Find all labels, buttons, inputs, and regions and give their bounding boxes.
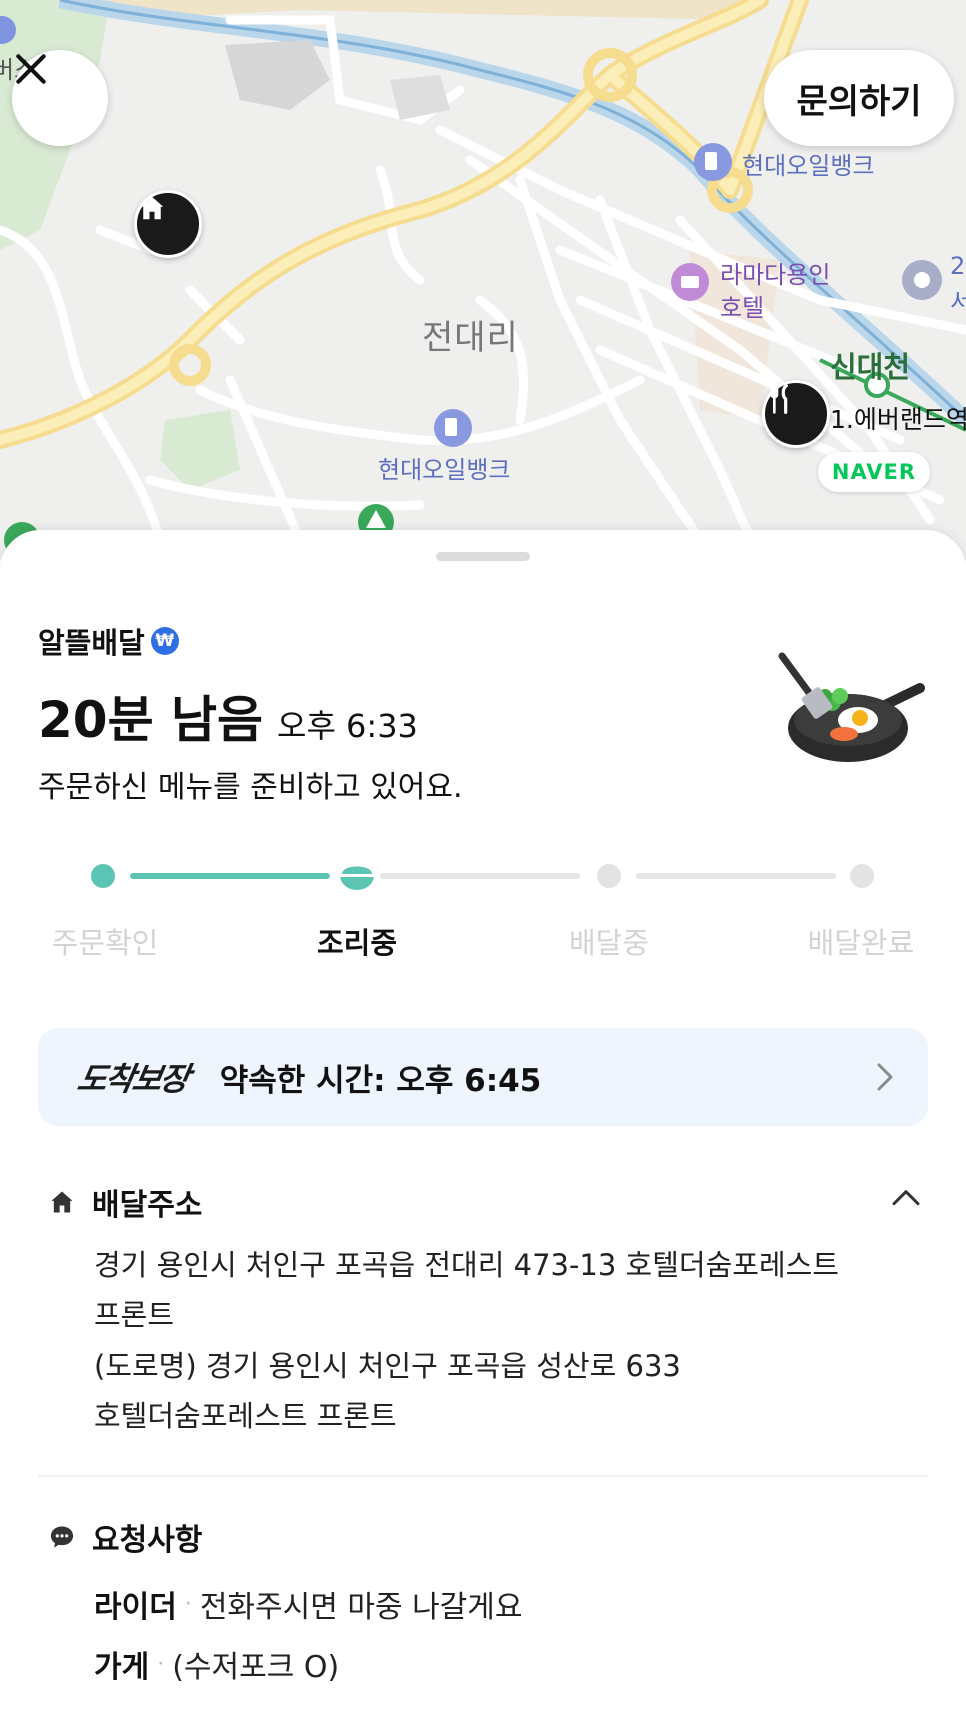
progress-dot-4 [850, 864, 874, 888]
chevron-right-icon [877, 1063, 893, 1091]
step-label-delivering: 배달중 [568, 926, 650, 960]
home-icon [140, 196, 164, 220]
progress-track-pending-2 [636, 873, 836, 879]
progress-track-pending-1 [380, 873, 580, 879]
address-line-4: 호텔더숨포레스트 프론트 [94, 1399, 397, 1433]
close-button[interactable] [12, 50, 108, 146]
eta-remaining: 20분 남음 [38, 691, 263, 749]
step-label-confirmed: 주문확인 [51, 926, 159, 960]
requests-header: 요청사항 [48, 1515, 202, 1559]
request-store-key: 가게 [94, 1650, 150, 1685]
rice-bowl-icon [338, 858, 376, 896]
store-name: 알뜰배달 [38, 626, 145, 660]
store-name-row: 알뜰배달 ₩ [38, 620, 179, 662]
verified-badge-icon: ₩ [150, 627, 179, 655]
map-label-hotel: 라마다용인 [720, 261, 831, 289]
home-icon [51, 1191, 73, 1213]
requests-title: 요청사항 [92, 1523, 203, 1558]
store-pin[interactable] [762, 380, 830, 448]
request-rider-value: 전화주시면 마중 나갈게요 [199, 1590, 523, 1625]
naver-logo: NAVER [818, 452, 930, 492]
request-rider-row: 라이더 · 전화주시면 마중 나갈게요 [94, 1582, 523, 1626]
inquiry-button[interactable]: 문의하기 [764, 50, 954, 146]
eta-time: 오후 6:33 [277, 707, 418, 745]
request-rider-key: 라이더 [94, 1590, 177, 1625]
close-icon [16, 54, 46, 84]
chevron-up-icon[interactable] [890, 1186, 922, 1208]
sheet-drag-handle[interactable] [436, 552, 530, 561]
request-separator: · [184, 1591, 192, 1617]
section-divider [38, 1475, 928, 1477]
map-label-gas-station-2: 현대오일뱅크 [378, 456, 511, 484]
guarantee-logo: 도착보장 [74, 1060, 191, 1098]
cooking-pan-icon [778, 652, 925, 762]
delivery-map[interactable]: 현대오일뱅크 라마다용인 호텔 2 서 전대리 신대천 1.에버랜드역 현대오일… [0, 0, 966, 560]
progress-dot-3 [597, 864, 621, 888]
request-store-row: 가게 · (수저포크 O) [94, 1642, 339, 1686]
map-label-cut-bottom: 서 [950, 288, 966, 316]
step-label-delivered: 배달완료 [807, 926, 915, 960]
map-label-cut-top: 2 [950, 252, 966, 280]
map-label-hotel-2: 호텔 [720, 294, 765, 322]
map-label-area: 전대리 [422, 318, 519, 358]
request-separator: · [157, 1651, 165, 1677]
order-status-sheet: 알뜰배달 ₩ 20분 남음 오후 6:33 주문하신 메뉴를 준비하고 있어요. [0, 530, 966, 1720]
address-line-3: (도로명) 경기 용인시 처인구 포곡읍 성산로 633 [94, 1349, 681, 1383]
map-label-store: 1.에버랜드역 [830, 405, 966, 434]
address-header: 배달주소 [48, 1180, 202, 1224]
request-store-value: (수저포크 O) [172, 1650, 340, 1685]
map-label-station: 신대천 [830, 350, 911, 384]
address-line-2: 프론트 [94, 1298, 175, 1332]
home-pin[interactable] [134, 190, 202, 258]
chat-bubble-icon [50, 1526, 74, 1548]
arrival-guarantee-banner[interactable]: 도착보장 약속한 시간: 오후 6:45 [38, 1028, 928, 1126]
eta-row: 20분 남음 오후 6:33 [38, 680, 418, 752]
progress-track-done [130, 873, 330, 879]
guarantee-text: 약속한 시간: 오후 6:45 [219, 1062, 542, 1099]
fork-knife-icon [770, 384, 788, 414]
status-message: 주문하신 메뉴를 준비하고 있어요. [38, 770, 463, 805]
address-line-1: 경기 용인시 처인구 포곡읍 전대리 473-13 호텔더숨포레스트 [94, 1248, 839, 1282]
map-label-gas-station: 현대오일뱅크 [742, 152, 875, 180]
progress-dot-1 [91, 864, 115, 888]
step-label-cooking: 조리중 [316, 926, 398, 960]
address-title: 배달주소 [92, 1188, 203, 1223]
